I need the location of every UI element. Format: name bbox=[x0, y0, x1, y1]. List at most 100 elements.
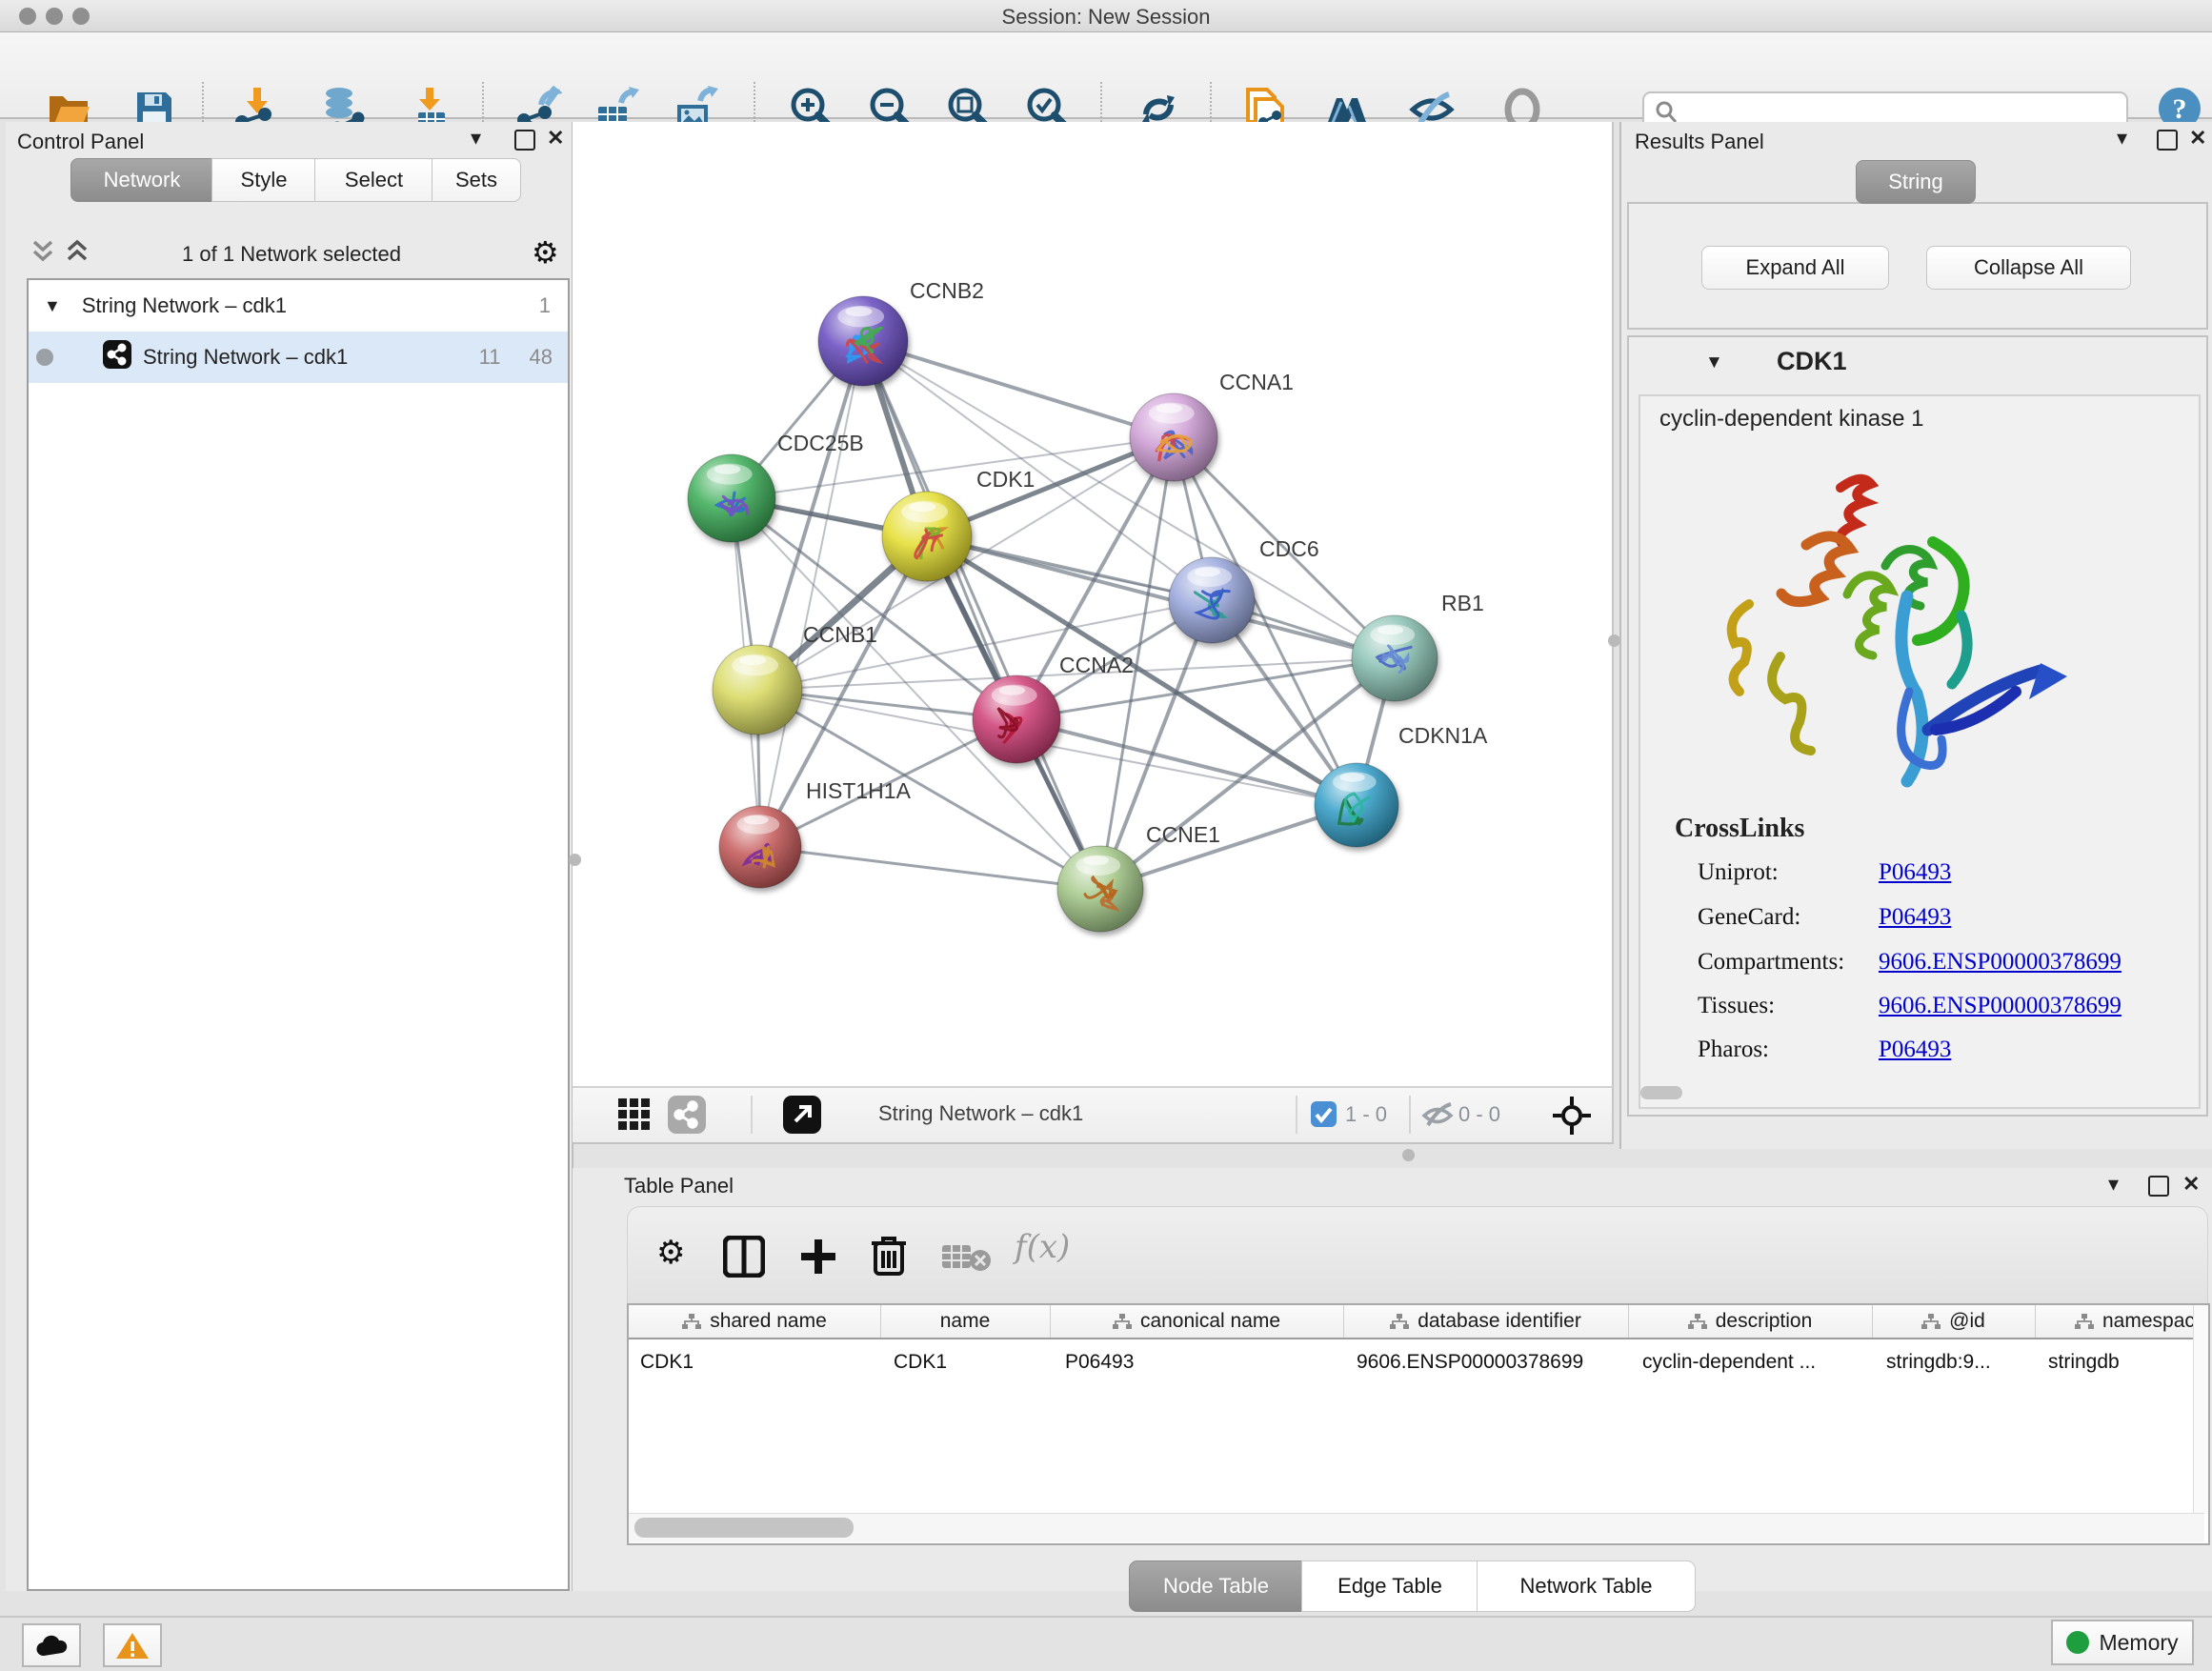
grid-view-icon[interactable] bbox=[618, 1098, 651, 1136]
footer-network-title: String Network – cdk1 bbox=[878, 1101, 1083, 1126]
gene-collapse-caret-icon[interactable]: ▼ bbox=[1705, 352, 1723, 373]
crosslink-link[interactable]: P06493 bbox=[1879, 1037, 1951, 1063]
collapse-caret-icon[interactable]: ▼ bbox=[44, 296, 61, 316]
tab-style[interactable]: Style bbox=[211, 158, 316, 202]
svg-text:CCNA1: CCNA1 bbox=[1219, 370, 1294, 394]
birds-eye-toggle-icon[interactable] bbox=[1551, 1095, 1593, 1141]
float-table-button[interactable]: ▾ bbox=[2108, 1174, 2119, 1195]
column-header-canonical-name[interactable]: canonical name bbox=[1050, 1305, 1344, 1338]
maximize-table-button[interactable] bbox=[2148, 1176, 2169, 1197]
main-toolbar: ? bbox=[0, 32, 2212, 119]
column-header-id[interactable]: @id bbox=[1872, 1305, 2036, 1338]
protein-structure-image bbox=[1690, 452, 2071, 804]
column-type-icon bbox=[1688, 1314, 1707, 1330]
table-hscrollbar[interactable] bbox=[629, 1513, 2204, 1542]
show-columns-icon[interactable] bbox=[723, 1236, 765, 1282]
expand-all-networks-icon[interactable] bbox=[30, 236, 55, 270]
column-header-namespace[interactable]: namespace bbox=[2035, 1305, 2210, 1338]
cell-description: cyclin-dependent ... bbox=[1642, 1351, 1816, 1374]
tab-string[interactable]: String bbox=[1856, 160, 1976, 204]
network-item-row-selected[interactable]: String Network – cdk1 11 48 bbox=[29, 332, 568, 383]
tab-edge-table[interactable]: Edge Table bbox=[1301, 1560, 1478, 1612]
network-selection-status: 1 of 1 Network selected bbox=[111, 242, 473, 267]
tab-network[interactable]: Network bbox=[70, 158, 213, 202]
table-toolbar: ⚙ f(x) bbox=[627, 1206, 2208, 1305]
network-group-label: String Network – cdk1 bbox=[82, 293, 287, 318]
table-panel: Table Panel ▾ ✕ ⚙ f(x) shared name name bbox=[573, 1168, 2212, 1591]
gene-section-box: ▼ CDK1 cyclin-dependent kinase 1 bbox=[1627, 335, 2208, 1117]
float-results-button[interactable]: ▾ bbox=[2117, 128, 2127, 149]
open-in-window-icon[interactable] bbox=[783, 1096, 821, 1138]
crosslink-link[interactable]: 9606.ENSP00000378699 bbox=[1879, 949, 2122, 976]
crosslink-link[interactable]: P06493 bbox=[1879, 859, 1951, 886]
memory-button[interactable]: Memory bbox=[2051, 1620, 2194, 1665]
cell-id: stringdb:9... bbox=[1886, 1351, 1991, 1374]
table-row[interactable]: CDK1 CDK1 P06493 9606.ENSP00000378699 cy… bbox=[629, 1339, 2210, 1378]
network-canvas[interactable]: CCNB2CCNA1CDC25BCDK1CDC6RB1CCNB1CCNA2CDK… bbox=[573, 122, 1614, 1086]
tab-sets[interactable]: Sets bbox=[432, 158, 521, 202]
svg-text:CDKN1A: CDKN1A bbox=[1398, 723, 1488, 748]
close-results-button[interactable]: ✕ bbox=[2189, 128, 2206, 149]
gene-detail-box: cyclin-dependent kinase 1 Cross bbox=[1639, 394, 2201, 1109]
column-header-description[interactable]: description bbox=[1628, 1305, 1873, 1338]
close-panel-button[interactable]: ✕ bbox=[547, 128, 564, 149]
table-hscroll-thumb[interactable] bbox=[634, 1518, 854, 1538]
network-view-footer: String Network – cdk1 1 - 0 0 - 0 bbox=[573, 1086, 1614, 1144]
svg-text:CDK1: CDK1 bbox=[976, 467, 1035, 492]
selected-counts: 1 - 0 bbox=[1345, 1102, 1387, 1127]
network-group-row[interactable]: ▼ String Network – cdk1 1 bbox=[29, 280, 568, 332]
close-table-button[interactable]: ✕ bbox=[2182, 1174, 2200, 1195]
tab-select[interactable]: Select bbox=[314, 158, 433, 202]
selected-checkbox-icon[interactable] bbox=[1311, 1101, 1337, 1132]
string-network-graph[interactable]: CCNB2CCNA1CDC25BCDK1CDC6RB1CCNB1CCNA2CDK… bbox=[573, 122, 1610, 1086]
maximize-panel-button[interactable] bbox=[514, 130, 535, 151]
network-view-share-icon[interactable] bbox=[668, 1096, 706, 1138]
footer-separator bbox=[1409, 1096, 1411, 1134]
bottom-splitter-handle[interactable] bbox=[1402, 1149, 1415, 1161]
collapse-all-button[interactable]: Collapse All bbox=[1926, 246, 2131, 290]
hidden-eye-icon bbox=[1420, 1101, 1455, 1135]
crosslink-label: Pharos: bbox=[1698, 1037, 1769, 1063]
current-network-dot-icon bbox=[36, 349, 53, 366]
warning-icon bbox=[115, 1631, 150, 1660]
network-edge-count: 48 bbox=[530, 345, 553, 370]
function-builder-button: f(x) bbox=[1015, 1228, 1070, 1266]
column-header-name[interactable]: name bbox=[880, 1305, 1051, 1338]
maximize-results-button[interactable] bbox=[2157, 130, 2178, 151]
column-type-icon bbox=[1921, 1314, 1941, 1330]
column-header-database-identifier[interactable]: database identifier bbox=[1343, 1305, 1629, 1338]
table-vscrollbar[interactable] bbox=[2193, 1305, 2209, 1513]
add-column-icon[interactable] bbox=[797, 1236, 839, 1282]
network-options-gear-icon[interactable]: ⚙ bbox=[532, 234, 559, 271]
svg-text:RB1: RB1 bbox=[1441, 591, 1484, 615]
results-hscroll-thumb[interactable] bbox=[1640, 1086, 1682, 1099]
collapse-all-networks-icon[interactable] bbox=[65, 236, 90, 270]
hidden-counts: 0 - 0 bbox=[1458, 1102, 1500, 1127]
left-splitter-handle[interactable] bbox=[569, 854, 581, 866]
crosslinks-heading: CrossLinks bbox=[1675, 814, 1804, 844]
column-type-icon bbox=[1390, 1314, 1409, 1330]
cloud-status-button[interactable] bbox=[22, 1623, 81, 1667]
crosslink-link[interactable]: P06493 bbox=[1879, 904, 1951, 931]
float-panel-button[interactable]: ▾ bbox=[471, 128, 481, 149]
crosslink-link[interactable]: 9606.ENSP00000378699 bbox=[1879, 993, 2122, 1019]
expand-all-button[interactable]: Expand All bbox=[1701, 246, 1889, 290]
table-settings-gear-icon[interactable]: ⚙ bbox=[656, 1234, 685, 1272]
svg-text:?: ? bbox=[2173, 93, 2187, 125]
tab-node-table[interactable]: Node Table bbox=[1129, 1560, 1303, 1612]
memory-label: Memory bbox=[2099, 1630, 2178, 1656]
cell-name: CDK1 bbox=[894, 1351, 947, 1374]
delete-column-icon[interactable] bbox=[870, 1234, 908, 1282]
column-type-icon bbox=[2075, 1314, 2094, 1330]
gene-symbol: CDK1 bbox=[1777, 347, 1847, 376]
warnings-button[interactable] bbox=[103, 1623, 162, 1667]
status-bar: Memory bbox=[0, 1616, 2212, 1671]
crosslink-label: GeneCard: bbox=[1698, 904, 1800, 931]
node-table: shared name name canonical name database… bbox=[627, 1303, 2210, 1545]
column-header-shared-name[interactable]: shared name bbox=[629, 1305, 881, 1338]
network-item-label: String Network – cdk1 bbox=[143, 345, 348, 370]
cell-database-identifier: 9606.ENSP00000378699 bbox=[1357, 1351, 1583, 1374]
window-title: Session: New Session bbox=[0, 5, 2212, 30]
svg-text:CCNE1: CCNE1 bbox=[1146, 822, 1220, 847]
tab-network-table[interactable]: Network Table bbox=[1477, 1560, 1696, 1612]
